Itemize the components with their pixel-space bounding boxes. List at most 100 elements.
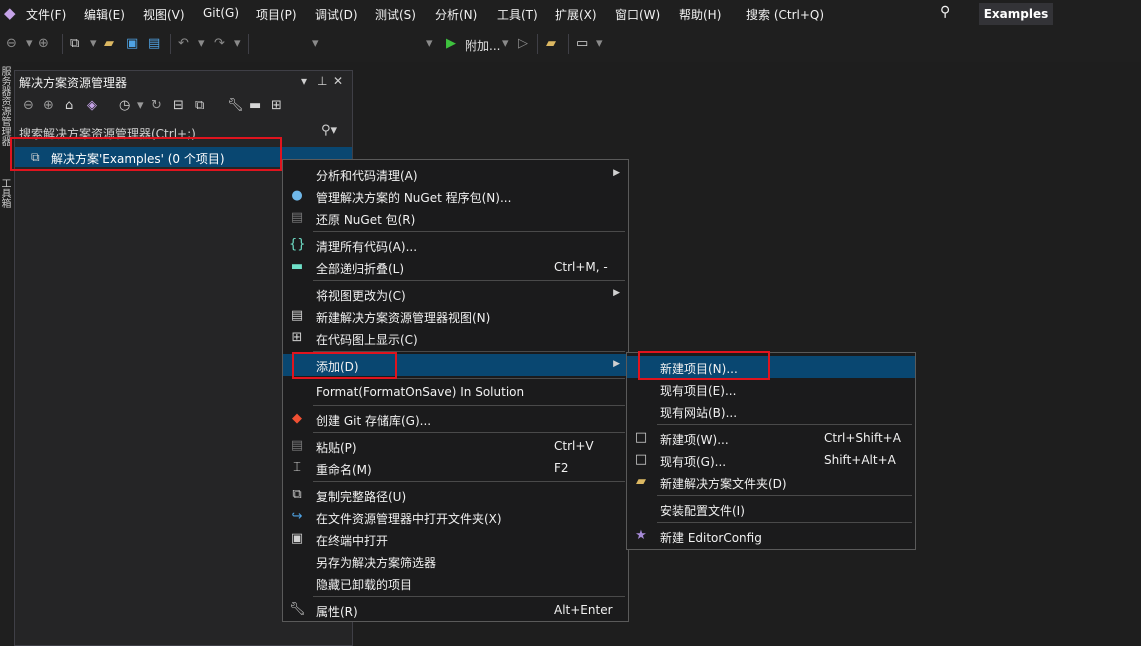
config-dropdown-icon[interactable]: ▾: [312, 36, 319, 52]
menu-item-restore-nuget[interactable]: ▤ 还原 NuGet 包(R): [283, 207, 628, 229]
open-folder-icon: ↪: [291, 509, 303, 524]
layout-icon[interactable]: ▭: [576, 36, 588, 52]
server-explorer-tab[interactable]: 服务器资源管理器: [0, 66, 12, 146]
menu-separator: [313, 596, 625, 597]
redo-icon[interactable]: ↷: [214, 36, 225, 52]
nuget-icon: ●: [291, 188, 303, 203]
new-view-icon: ▤: [290, 308, 304, 323]
submenu-item-new-solution-folder[interactable]: ▰ 新建解决方案文件夹(D): [627, 471, 915, 493]
dropdown-arrow-icon[interactable]: ▾: [26, 36, 33, 52]
menu-item-create-git-repo[interactable]: ◆ 创建 Git 存储库(G)...: [283, 408, 628, 430]
start-icon[interactable]: ▶: [446, 36, 456, 52]
annotation-box-new-project: [638, 351, 770, 380]
save-icon[interactable]: ▣: [126, 36, 138, 52]
properties-icon[interactable]: 🔧︎: [227, 98, 244, 113]
panel-title: 解决方案资源管理器: [19, 76, 128, 90]
menu-item-collapse-all[interactable]: ▬ 全部递归折叠(L) Ctrl+M, -: [283, 256, 628, 278]
back-icon[interactable]: ⊖: [6, 36, 17, 52]
toolbar-separator: [248, 34, 249, 54]
menu-project[interactable]: 项目(P): [256, 6, 297, 23]
back-icon[interactable]: ⊖: [23, 98, 34, 113]
rename-icon: ⌶: [293, 460, 301, 475]
menu-item-code-cleanup[interactable]: {} 清理所有代码(A)...: [283, 234, 628, 256]
panel-menu-icon[interactable]: ▾: [301, 74, 307, 88]
dropdown-arrow-icon[interactable]: ▾: [137, 98, 144, 113]
paste-icon: ▤: [290, 438, 304, 453]
menu-edit[interactable]: 编辑(E): [84, 6, 125, 23]
menu-item-change-view[interactable]: 将视图更改为(C) ▶: [283, 283, 628, 305]
submenu-arrow-icon: ▶: [613, 288, 620, 298]
view-class-diagram-icon[interactable]: ⊞: [271, 98, 282, 113]
solution-name-tab[interactable]: Examples: [979, 3, 1053, 25]
menu-debug[interactable]: 调试(D): [315, 6, 358, 23]
attach-button[interactable]: 附加...: [465, 37, 500, 54]
new-item-icon: □: [634, 430, 648, 445]
menu-extensions[interactable]: 扩展(X): [555, 6, 597, 23]
menu-item-open-in-explorer[interactable]: ↪ 在文件资源管理器中打开文件夹(X): [283, 506, 628, 528]
dropdown-arrow-icon[interactable]: ▾: [198, 36, 205, 52]
search-icon[interactable]: ⚲: [940, 4, 950, 20]
close-icon[interactable]: ✕: [333, 74, 343, 88]
menu-item-paste[interactable]: ▤ 粘贴(P) Ctrl+V: [283, 435, 628, 457]
restore-icon: ▤: [290, 210, 304, 225]
dropdown-arrow-icon[interactable]: ▾: [234, 36, 241, 52]
menu-item-rename[interactable]: ⌶ 重命名(M) F2: [283, 457, 628, 479]
refresh-icon[interactable]: ↻: [151, 98, 162, 113]
submenu-item-existing-website[interactable]: 现有网站(B)...: [627, 400, 915, 422]
dropdown-arrow-icon[interactable]: ▾: [596, 36, 603, 52]
code-cleanup-icon: {}: [289, 237, 306, 252]
menu-item-code-map[interactable]: ⊞ 在代码图上显示(C): [283, 327, 628, 349]
preview-icon[interactable]: ▬: [249, 98, 261, 113]
new-folder-icon: ▰: [636, 474, 646, 489]
undo-icon[interactable]: ↶: [178, 36, 189, 52]
terminal-icon: ▣: [290, 531, 304, 546]
toolbar-separator: [537, 34, 538, 54]
menu-item-open-in-terminal[interactable]: ▣ 在终端中打开: [283, 528, 628, 550]
menu-item-copy-full-path[interactable]: ⧉ 复制完整路径(U): [283, 484, 628, 506]
run-icon[interactable]: ▷: [518, 36, 528, 52]
show-all-files-icon[interactable]: ⧉: [195, 98, 204, 113]
menu-item-save-as-filter[interactable]: 另存为解决方案筛选器: [283, 550, 628, 572]
submenu-item-new-item[interactable]: □ 新建项(W)... Ctrl+Shift+A: [627, 427, 915, 449]
menu-tools[interactable]: 工具(T): [497, 6, 538, 23]
forward-icon[interactable]: ⊕: [43, 98, 54, 113]
dropdown-arrow-icon[interactable]: ▾: [90, 36, 97, 52]
menu-item-properties[interactable]: 🔧︎ 属性(R) Alt+Enter: [283, 599, 628, 621]
pending-changes-icon[interactable]: ◷: [119, 98, 130, 113]
toolbar: ⊖ ▾ ⊕ ⧉ ▾ ▰ ▣ ▤ ↶ ▾ ↷ ▾ ▾ ▾ ▶ ▾ ▷ ▰ ▭ ▾: [0, 28, 1141, 62]
home-icon[interactable]: ⌂: [65, 98, 73, 113]
menu-separator: [313, 432, 625, 433]
search-icon[interactable]: ⚲▾: [321, 123, 337, 138]
save-all-icon[interactable]: ▤: [148, 36, 160, 52]
menu-window[interactable]: 窗口(W): [615, 6, 660, 23]
open-icon[interactable]: ▰: [104, 36, 114, 52]
collapse-icon: ▬: [290, 259, 304, 274]
switch-views-icon[interactable]: ◈: [87, 98, 97, 113]
dropdown-arrow-icon[interactable]: ▾: [502, 36, 509, 52]
menu-test[interactable]: 测试(S): [375, 6, 416, 23]
search-box[interactable]: 搜索 (Ctrl+Q): [746, 6, 824, 23]
submenu-item-existing-item[interactable]: □ 现有项(G)... Shift+Alt+A: [627, 449, 915, 471]
menu-separator: [657, 424, 912, 425]
menu-separator: [313, 481, 625, 482]
menu-view[interactable]: 视图(V): [143, 6, 185, 23]
new-project-icon[interactable]: ⧉: [70, 36, 79, 52]
submenu-item-existing-project[interactable]: 现有项目(E)...: [627, 378, 915, 400]
menu-item-format-on-save[interactable]: Format(FormatOnSave) In Solution: [283, 381, 628, 403]
pin-icon[interactable]: ⊥: [317, 74, 327, 88]
menu-item-new-view[interactable]: ▤ 新建解决方案资源管理器视图(N): [283, 305, 628, 327]
submenu-item-new-editorconfig[interactable]: ★ 新建 EditorConfig: [627, 525, 915, 547]
forward-icon[interactable]: ⊕: [38, 36, 49, 52]
menu-item-analyze[interactable]: 分析和代码清理(A) ▶: [283, 163, 628, 185]
menu-git[interactable]: Git(G): [203, 6, 239, 20]
platform-dropdown-icon[interactable]: ▾: [426, 36, 433, 52]
menu-file[interactable]: 文件(F): [26, 6, 66, 23]
menu-item-manage-nuget[interactable]: ● 管理解决方案的 NuGet 程序包(N)...: [283, 185, 628, 207]
toolbox-tab[interactable]: 工具箱: [0, 178, 12, 208]
folder-icon[interactable]: ▰: [546, 36, 556, 52]
menu-help[interactable]: 帮助(H): [679, 6, 721, 23]
submenu-item-install-config[interactable]: 安装配置文件(I): [627, 498, 915, 520]
menu-analyze[interactable]: 分析(N): [435, 6, 477, 23]
collapse-all-icon[interactable]: ⊟: [173, 98, 184, 113]
menu-item-hide-unloaded[interactable]: 隐藏已卸载的项目: [283, 572, 628, 594]
